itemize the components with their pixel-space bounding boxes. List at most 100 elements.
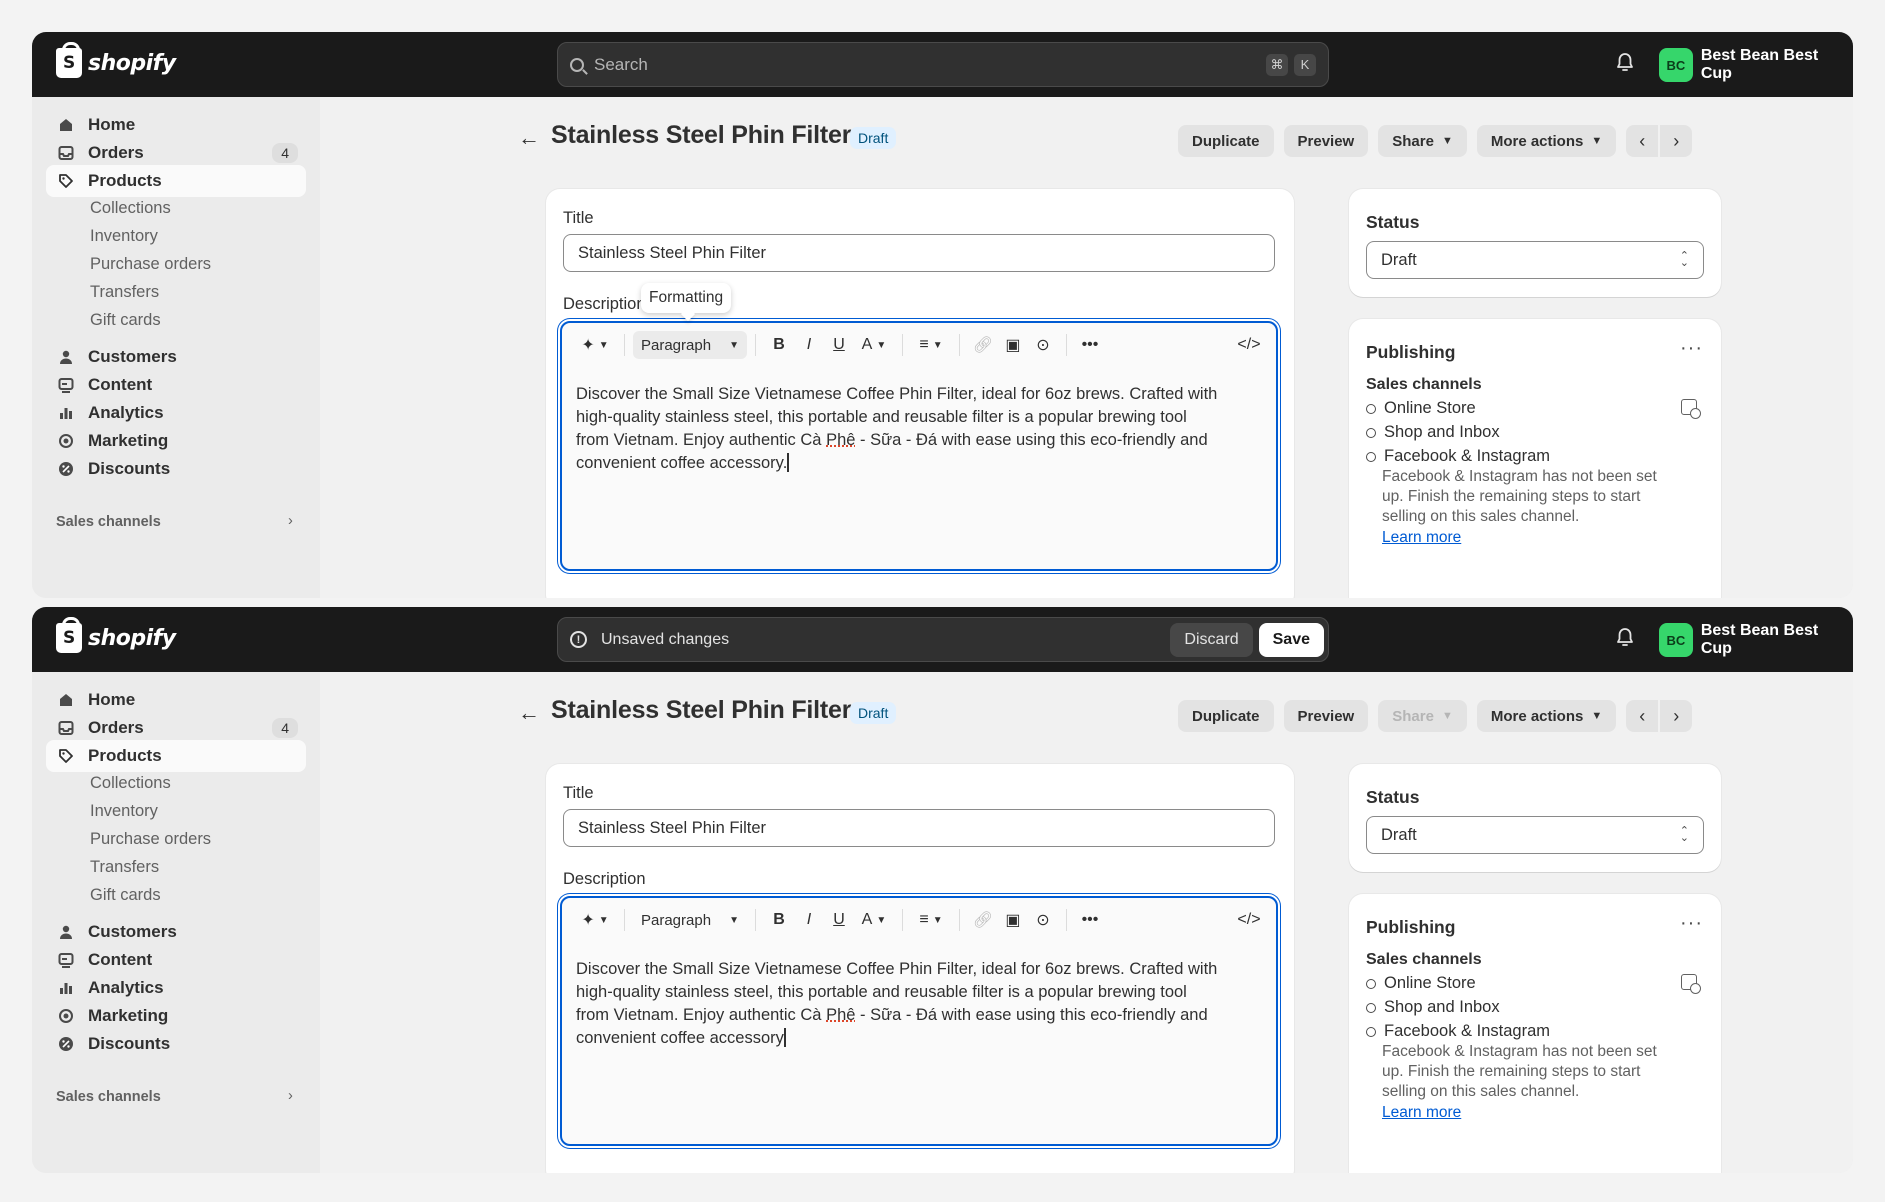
sidebar-item-products[interactable]: Products bbox=[46, 740, 306, 772]
image-icon[interactable]: ▣ bbox=[998, 331, 1028, 359]
sidebar-section-sales-channels[interactable]: Sales channels › bbox=[56, 513, 293, 530]
next-product-button[interactable]: › bbox=[1660, 700, 1693, 732]
sidebar-item-discounts[interactable]: Discounts bbox=[46, 1028, 306, 1060]
target-icon bbox=[58, 1008, 74, 1024]
previous-product-button[interactable]: ‹ bbox=[1626, 125, 1659, 157]
sidebar-item-inventory[interactable]: Inventory bbox=[90, 227, 158, 246]
schedule-calendar-icon[interactable] bbox=[1681, 399, 1701, 419]
bold-button[interactable]: B bbox=[764, 331, 794, 359]
circle-icon bbox=[1366, 451, 1376, 462]
person-icon bbox=[58, 349, 74, 365]
sidebar-item-products[interactable]: Products bbox=[46, 165, 306, 197]
status-badge: Draft bbox=[850, 127, 897, 149]
italic-button[interactable]: I bbox=[794, 331, 824, 359]
shopify-logo[interactable]: shopify bbox=[56, 617, 176, 653]
back-arrow-icon[interactable]: ← bbox=[518, 700, 540, 726]
title-input[interactable]: Stainless Steel Phin Filter bbox=[563, 234, 1275, 272]
video-icon[interactable]: ⊙ bbox=[1028, 906, 1058, 934]
sidebar-item-transfers[interactable]: Transfers bbox=[90, 858, 159, 877]
duplicate-button[interactable]: Duplicate bbox=[1178, 125, 1274, 157]
description-text[interactable]: Discover the Small Size Vietnamese Coffe… bbox=[576, 958, 1266, 1050]
preview-button[interactable]: Preview bbox=[1283, 125, 1369, 157]
ai-sparkle-button[interactable]: ✦ ▼ bbox=[574, 331, 616, 359]
align-button[interactable]: ≡ ▼ bbox=[911, 906, 951, 934]
code-view-icon[interactable]: </> bbox=[1234, 906, 1264, 934]
product-details-card: Title Stainless Steel Phin Filter Descri… bbox=[546, 764, 1294, 1173]
status-badge: Draft bbox=[850, 702, 897, 724]
more-formatting-icon[interactable]: ••• bbox=[1075, 906, 1105, 934]
top-bar: shopify ! Unsaved changes Discard Save B… bbox=[32, 607, 1853, 672]
next-product-button[interactable]: › bbox=[1660, 125, 1693, 157]
alert-icon: ! bbox=[570, 631, 587, 648]
video-icon[interactable]: ⊙ bbox=[1028, 331, 1058, 359]
sidebar-item-gift-cards[interactable]: Gift cards bbox=[90, 311, 161, 330]
link-icon[interactable]: 🔗︎ bbox=[968, 331, 998, 359]
status-select[interactable]: Draft ⌃ ⌄ bbox=[1366, 816, 1704, 854]
more-horizontal-icon[interactable]: ··· bbox=[1680, 337, 1703, 360]
status-select[interactable]: Draft ⌃ ⌄ bbox=[1366, 241, 1704, 279]
unsaved-changes-bar: ! Unsaved changes Discard Save bbox=[557, 617, 1329, 662]
page-actions: Duplicate Preview Share ▼ More actions ▼ ‹… bbox=[1178, 700, 1693, 732]
description-label: Description bbox=[563, 295, 646, 313]
discard-button[interactable]: Discard bbox=[1170, 622, 1253, 657]
save-button[interactable]: Save bbox=[1258, 622, 1324, 657]
sidebar-item-purchase-orders[interactable]: Purchase orders bbox=[90, 255, 211, 274]
sidebar-item-collections[interactable]: Collections bbox=[90, 199, 171, 218]
bold-button[interactable]: B bbox=[764, 906, 794, 934]
sidebar-section-sales-channels[interactable]: Sales channels › bbox=[56, 1088, 293, 1105]
learn-more-link[interactable]: Learn more bbox=[1382, 1104, 1461, 1122]
back-arrow-icon[interactable]: ← bbox=[518, 125, 540, 151]
underline-button[interactable]: U bbox=[824, 906, 854, 934]
paragraph-select[interactable]: Paragraph ▼ bbox=[633, 331, 747, 359]
more-horizontal-icon[interactable]: ··· bbox=[1680, 912, 1703, 935]
sales-channels-label: Sales channels bbox=[1366, 376, 1482, 393]
description-editor[interactable]: ✦ ▼ Paragraph▼ B I U A▼ ≡▼ 🔗︎ ▣ ⊙ ••• bbox=[560, 896, 1278, 1146]
more-actions-button[interactable]: More actions ▼ bbox=[1476, 700, 1617, 732]
store-menu[interactable]: BC Best Bean Best Cup bbox=[1659, 47, 1853, 83]
link-icon[interactable]: 🔗︎ bbox=[968, 906, 998, 934]
sidebar-item-inventory[interactable]: Inventory bbox=[90, 802, 158, 821]
image-icon[interactable]: ▣ bbox=[998, 906, 1028, 934]
align-button[interactable]: ≡ ▼ bbox=[911, 331, 951, 359]
notification-bell-icon[interactable] bbox=[1615, 52, 1635, 74]
shopify-logo[interactable]: shopify bbox=[56, 42, 176, 78]
notification-bell-icon[interactable] bbox=[1615, 627, 1635, 649]
schedule-calendar-icon[interactable] bbox=[1681, 974, 1701, 994]
sidebar-item-collections[interactable]: Collections bbox=[90, 774, 171, 793]
tag-icon bbox=[58, 748, 74, 764]
ai-sparkle-button[interactable]: ✦ ▼ bbox=[574, 906, 616, 934]
sidebar-item-discounts[interactable]: Discounts bbox=[46, 453, 306, 485]
duplicate-button[interactable]: Duplicate bbox=[1178, 700, 1274, 732]
text-color-button[interactable]: A ▼ bbox=[854, 906, 894, 934]
store-name: Best Bean Best Cup bbox=[1700, 622, 1819, 657]
description-editor[interactable]: ✦ ▼ Paragraph▼ B I U A▼ ≡▼ 🔗︎ ▣ ⊙ ••• bbox=[560, 321, 1278, 571]
title-input[interactable]: Stainless Steel Phin Filter bbox=[563, 809, 1275, 847]
italic-button[interactable]: I bbox=[794, 906, 824, 934]
description-text[interactable]: Discover the Small Size Vietnamese Coffe… bbox=[576, 383, 1266, 475]
main-content: ← Stainless Steel Phin Filter Draft Dupl… bbox=[320, 672, 1853, 1173]
code-view-icon[interactable]: </> bbox=[1234, 331, 1264, 359]
formatting-tooltip: Formatting bbox=[641, 283, 732, 313]
store-menu[interactable]: BC Best Bean Best Cup bbox=[1659, 622, 1853, 658]
underline-button[interactable]: U bbox=[824, 331, 854, 359]
more-formatting-icon[interactable]: ••• bbox=[1075, 331, 1105, 359]
chevron-right-icon: › bbox=[288, 513, 293, 529]
target-icon bbox=[58, 433, 74, 449]
chevron-down-icon: ▼ bbox=[1441, 710, 1453, 722]
search-input[interactable]: Search ⌘ K bbox=[557, 42, 1329, 87]
sidebar-item-gift-cards[interactable]: Gift cards bbox=[90, 886, 161, 905]
previous-product-button[interactable]: ‹ bbox=[1626, 700, 1659, 732]
preview-button[interactable]: Preview bbox=[1283, 700, 1369, 732]
page-title: Stainless Steel Phin Filter bbox=[551, 121, 852, 149]
product-pager: ‹ › bbox=[1626, 125, 1693, 157]
sidebar-item-transfers[interactable]: Transfers bbox=[90, 283, 159, 302]
chevron-down-icon: ▼ bbox=[1591, 135, 1603, 147]
inbox-icon bbox=[58, 720, 74, 736]
learn-more-link[interactable]: Learn more bbox=[1382, 529, 1461, 547]
text-color-button[interactable]: A ▼ bbox=[854, 331, 894, 359]
paragraph-select[interactable]: Paragraph ▼ bbox=[633, 906, 747, 934]
store-name: Best Bean Best Cup bbox=[1700, 47, 1819, 82]
more-actions-button[interactable]: More actions ▼ bbox=[1476, 125, 1617, 157]
share-button[interactable]: Share ▼ bbox=[1378, 125, 1467, 157]
sidebar-item-purchase-orders[interactable]: Purchase orders bbox=[90, 830, 211, 849]
